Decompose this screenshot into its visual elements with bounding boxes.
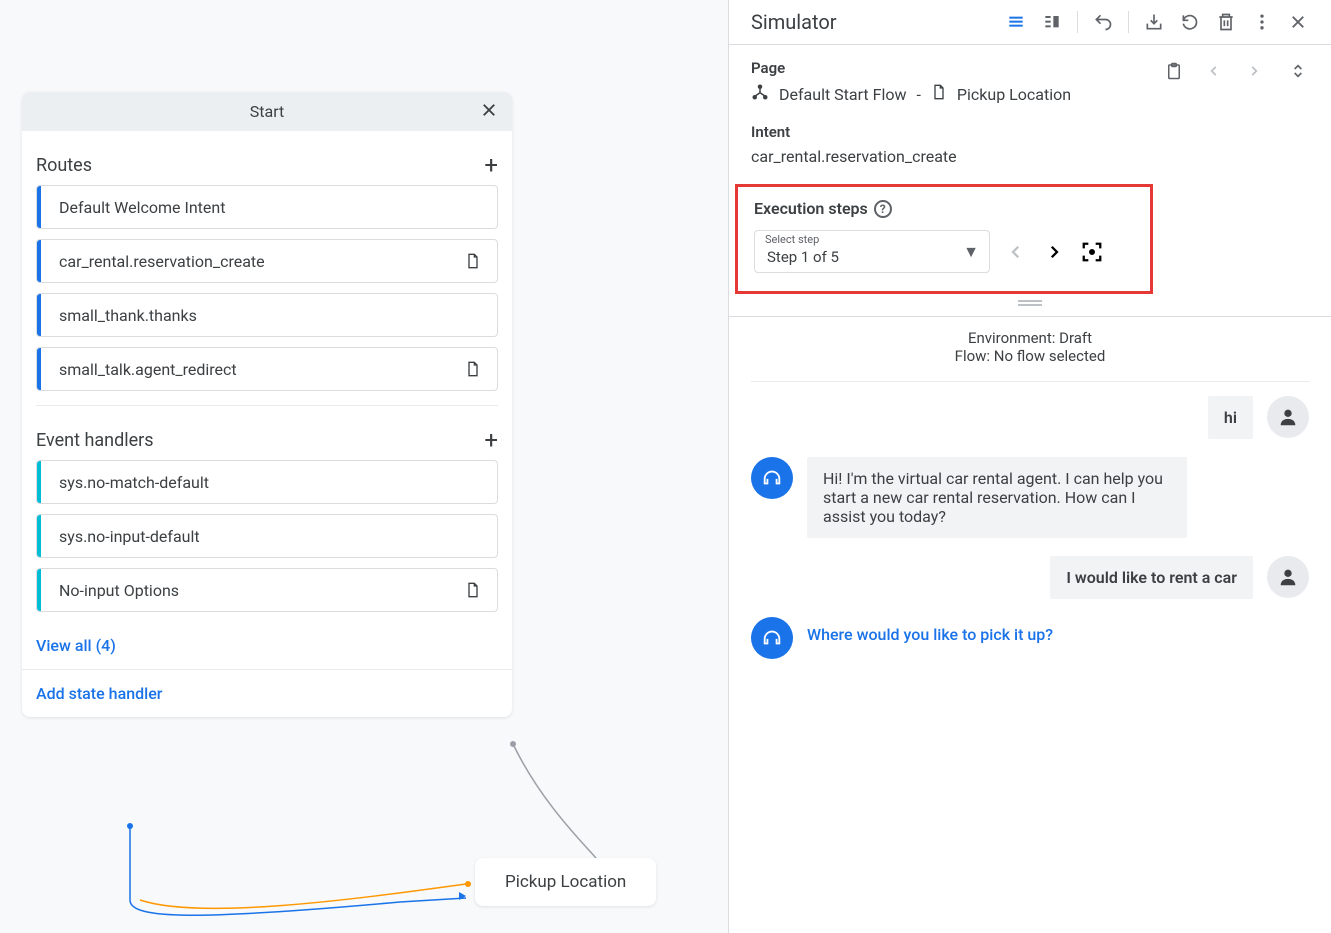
start-panel: Start Routes + Default Welcome Intent ca… — [22, 92, 512, 717]
user-message: hi — [1208, 396, 1253, 439]
handler-item[interactable]: sys.no-input-default — [36, 514, 498, 558]
panel-title: Start — [250, 102, 284, 121]
node-pickup-location[interactable]: Pickup Location — [475, 858, 656, 906]
intent-value: car_rental.reservation_create — [751, 147, 1309, 166]
page-label: Page — [751, 59, 785, 77]
page-prev-icon[interactable] — [1207, 64, 1225, 78]
agent-avatar — [751, 617, 793, 659]
page-next-icon[interactable] — [1247, 64, 1265, 78]
add-route-icon[interactable]: + — [484, 151, 498, 179]
focus-icon[interactable] — [1080, 240, 1104, 264]
panel-header: Start — [22, 92, 512, 131]
view-all-link[interactable]: View all (4) — [22, 622, 512, 669]
step-next-icon[interactable] — [1042, 240, 1066, 264]
agent-avatar — [751, 457, 793, 499]
environment-info: Environment: Draft Flow: No flow selecte… — [751, 317, 1309, 382]
agent-message-link[interactable]: Where would you like to pick it up? — [807, 617, 1053, 652]
breadcrumb: Default Start Flow - Pickup Location — [751, 83, 1309, 105]
view-list-icon[interactable] — [1005, 11, 1027, 33]
execution-steps-box: Execution steps ? Select step Step 1 of … — [735, 184, 1153, 294]
drag-handle[interactable] — [1018, 300, 1042, 306]
close-icon[interactable] — [480, 100, 498, 124]
simulator-header: Simulator — [729, 0, 1331, 45]
user-avatar — [1267, 556, 1309, 598]
agent-message: Hi! I'm the virtual car rental agent. I … — [807, 457, 1187, 538]
page-icon — [465, 359, 483, 379]
handler-item[interactable]: sys.no-match-default — [36, 460, 498, 504]
handler-item[interactable]: No-input Options — [36, 568, 498, 612]
flow-icon — [751, 83, 769, 105]
add-handler-icon[interactable]: + — [484, 426, 498, 454]
step-prev-icon — [1004, 240, 1028, 264]
intent-label: Intent — [751, 123, 1309, 141]
dropdown-icon: ▼ — [963, 242, 979, 262]
add-state-handler-link[interactable]: Add state handler — [22, 670, 512, 717]
user-avatar — [1267, 396, 1309, 438]
simulator-panel: Simulator Page Default Start F — [728, 0, 1331, 933]
reset-icon[interactable] — [1179, 11, 1201, 33]
more-icon[interactable] — [1251, 11, 1273, 33]
exec-steps-label: Execution steps — [754, 199, 868, 218]
route-item[interactable]: small_talk.agent_redirect — [36, 347, 498, 391]
page-icon — [465, 251, 483, 271]
chat-area: Environment: Draft Flow: No flow selecte… — [729, 316, 1331, 659]
undo-icon[interactable] — [1092, 11, 1114, 33]
route-item[interactable]: small_thank.thanks — [36, 293, 498, 337]
download-icon[interactable] — [1143, 11, 1165, 33]
simulator-toolbar — [1005, 11, 1309, 33]
route-item[interactable]: Default Welcome Intent — [36, 185, 498, 229]
close-simulator-icon[interactable] — [1287, 11, 1309, 33]
help-icon[interactable]: ? — [874, 200, 892, 218]
routes-section-title: Routes + — [36, 141, 498, 185]
handlers-section-title: Event handlers + — [36, 416, 498, 460]
simulator-title: Simulator — [751, 10, 837, 34]
view-split-icon[interactable] — [1041, 11, 1063, 33]
route-item[interactable]: car_rental.reservation_create — [36, 239, 498, 283]
page-icon — [465, 580, 483, 600]
trash-icon[interactable] — [1215, 11, 1237, 33]
collapse-icon[interactable] — [1287, 60, 1309, 82]
clipboard-icon[interactable] — [1163, 60, 1185, 82]
step-select[interactable]: Select step Step 1 of 5 ▼ — [754, 230, 990, 273]
page-icon — [931, 83, 947, 105]
user-message: I would like to rent a car — [1050, 556, 1253, 599]
